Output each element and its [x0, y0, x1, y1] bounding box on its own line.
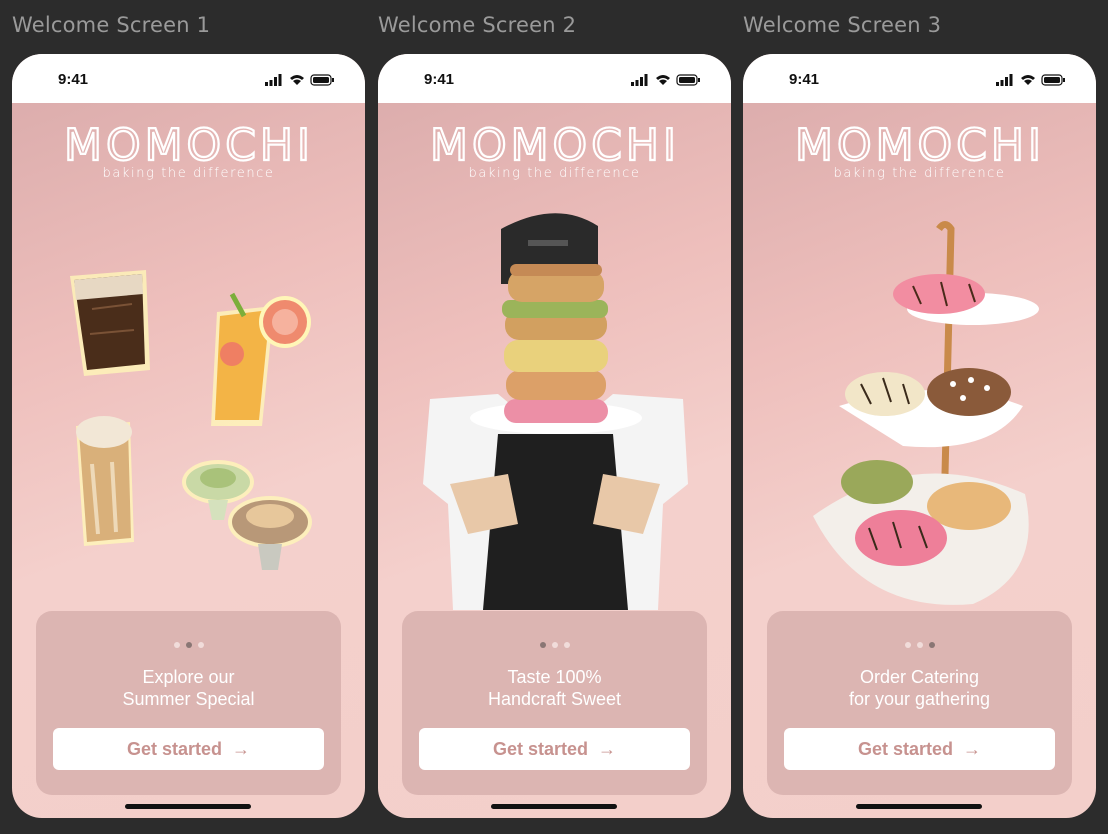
- tagline: baking the difference: [102, 166, 275, 181]
- svg-text:MOMOCHI: MOMOCHI: [430, 124, 680, 164]
- caption-line-1: Taste 100%: [507, 667, 602, 687]
- battery-icon: [676, 74, 700, 86]
- chocolate-icecream-cup: [228, 496, 312, 570]
- arrow-right-icon: →: [232, 739, 251, 759]
- brand-logo: MOMOCHI baking the difference: [743, 124, 1096, 181]
- onboarding-caption: Order Catering for your gathering: [767, 666, 1072, 710]
- page-dot-1[interactable]: [173, 642, 180, 648]
- brand-logo: MOMOCHI baking the difference: [12, 124, 365, 181]
- get-started-button[interactable]: Get started →: [784, 728, 1055, 770]
- home-indicator[interactable]: [856, 804, 982, 809]
- caption-line-1: Explore our: [142, 667, 235, 687]
- battery-icon: [1041, 74, 1065, 86]
- momochi-wordmark: MOMOCHI: [428, 124, 680, 164]
- onboarding-caption: Explore our Summer Special: [36, 666, 341, 710]
- iced-latte-glass: [76, 416, 134, 546]
- status-bar: 9:41: [12, 54, 365, 103]
- status-icons: [996, 74, 1065, 86]
- signal-icon: [265, 74, 282, 86]
- page-dot-2[interactable]: [916, 642, 923, 648]
- svg-text:MOMOCHI: MOMOCHI: [795, 124, 1045, 164]
- wifi-icon: [1021, 75, 1035, 85]
- page-dot-1[interactable]: [904, 642, 911, 648]
- page-dot-2[interactable]: [551, 642, 558, 648]
- tagline: baking the difference: [833, 166, 1006, 181]
- frame-label-1: Welcome Screen 1: [12, 13, 211, 37]
- battery-icon: [310, 74, 334, 86]
- get-started-label: Get started: [126, 738, 223, 759]
- momochi-wordmark: MOMOCHI: [793, 124, 1045, 164]
- momochi-wordmark: MOMOCHI: [62, 124, 314, 164]
- status-icons: [265, 74, 334, 86]
- status-time: 9:41: [58, 71, 89, 88]
- home-indicator[interactable]: [491, 804, 617, 809]
- get-started-label: Get started: [492, 738, 589, 759]
- frame-label-2: Welcome Screen 2: [378, 13, 577, 37]
- arrow-right-icon: →: [598, 739, 617, 759]
- arrow-right-icon: →: [963, 739, 982, 759]
- welcome-screen-3: 9:41 MOMOCHI baking the difference Order…: [743, 54, 1096, 818]
- page-dot-3[interactable]: [928, 642, 935, 648]
- signal-icon: [631, 74, 648, 86]
- iced-coffee-glass: [70, 270, 150, 376]
- status-time: 9:41: [789, 71, 820, 88]
- status-time: 9:41: [424, 71, 455, 88]
- onboarding-card: Taste 100% Handcraft Sweet Get started →: [402, 611, 707, 795]
- page-dot-3[interactable]: [563, 642, 570, 648]
- caption-line-1: Order Catering: [859, 667, 980, 687]
- svg-text:MOMOCHI: MOMOCHI: [64, 124, 314, 164]
- caption-line-2: for your gathering: [848, 689, 991, 709]
- wifi-icon: [656, 75, 670, 85]
- signal-icon: [996, 74, 1013, 86]
- page-dot-3[interactable]: [197, 642, 204, 648]
- status-bar: 9:41: [743, 54, 1096, 103]
- get-started-button[interactable]: Get started →: [53, 728, 324, 770]
- donut-stack: [502, 264, 608, 423]
- welcome-screen-2: 9:41 MOMOCHI baking the difference Taste…: [378, 54, 731, 818]
- onboarding-card: Explore our Summer Special Get started →: [36, 611, 341, 795]
- home-indicator[interactable]: [125, 804, 251, 809]
- page-dot-1[interactable]: [539, 642, 546, 648]
- page-indicator: [36, 642, 341, 648]
- get-started-label: Get started: [857, 738, 954, 759]
- onboarding-card: Order Catering for your gathering Get st…: [767, 611, 1072, 795]
- tagline: baking the difference: [468, 166, 641, 181]
- status-icons: [631, 74, 700, 86]
- welcome-screen-1: 9:41 MOMOCHI baking the difference Explo…: [12, 54, 365, 818]
- status-bar: 9:41: [378, 54, 731, 103]
- donuts-top-tier: [893, 274, 985, 314]
- caption-line-2: Summer Special: [122, 689, 255, 709]
- frame-label-3: Welcome Screen 3: [743, 13, 942, 37]
- caption-line-2: Handcraft Sweet: [487, 689, 622, 709]
- brand-logo: MOMOCHI baking the difference: [378, 124, 731, 181]
- wifi-icon: [290, 75, 304, 85]
- onboarding-caption: Taste 100% Handcraft Sweet: [402, 666, 707, 710]
- page-indicator: [402, 642, 707, 648]
- grapefruit-drink-glass: [211, 292, 311, 426]
- page-indicator: [767, 642, 1072, 648]
- page-dot-2[interactable]: [185, 642, 192, 648]
- get-started-button[interactable]: Get started →: [419, 728, 690, 770]
